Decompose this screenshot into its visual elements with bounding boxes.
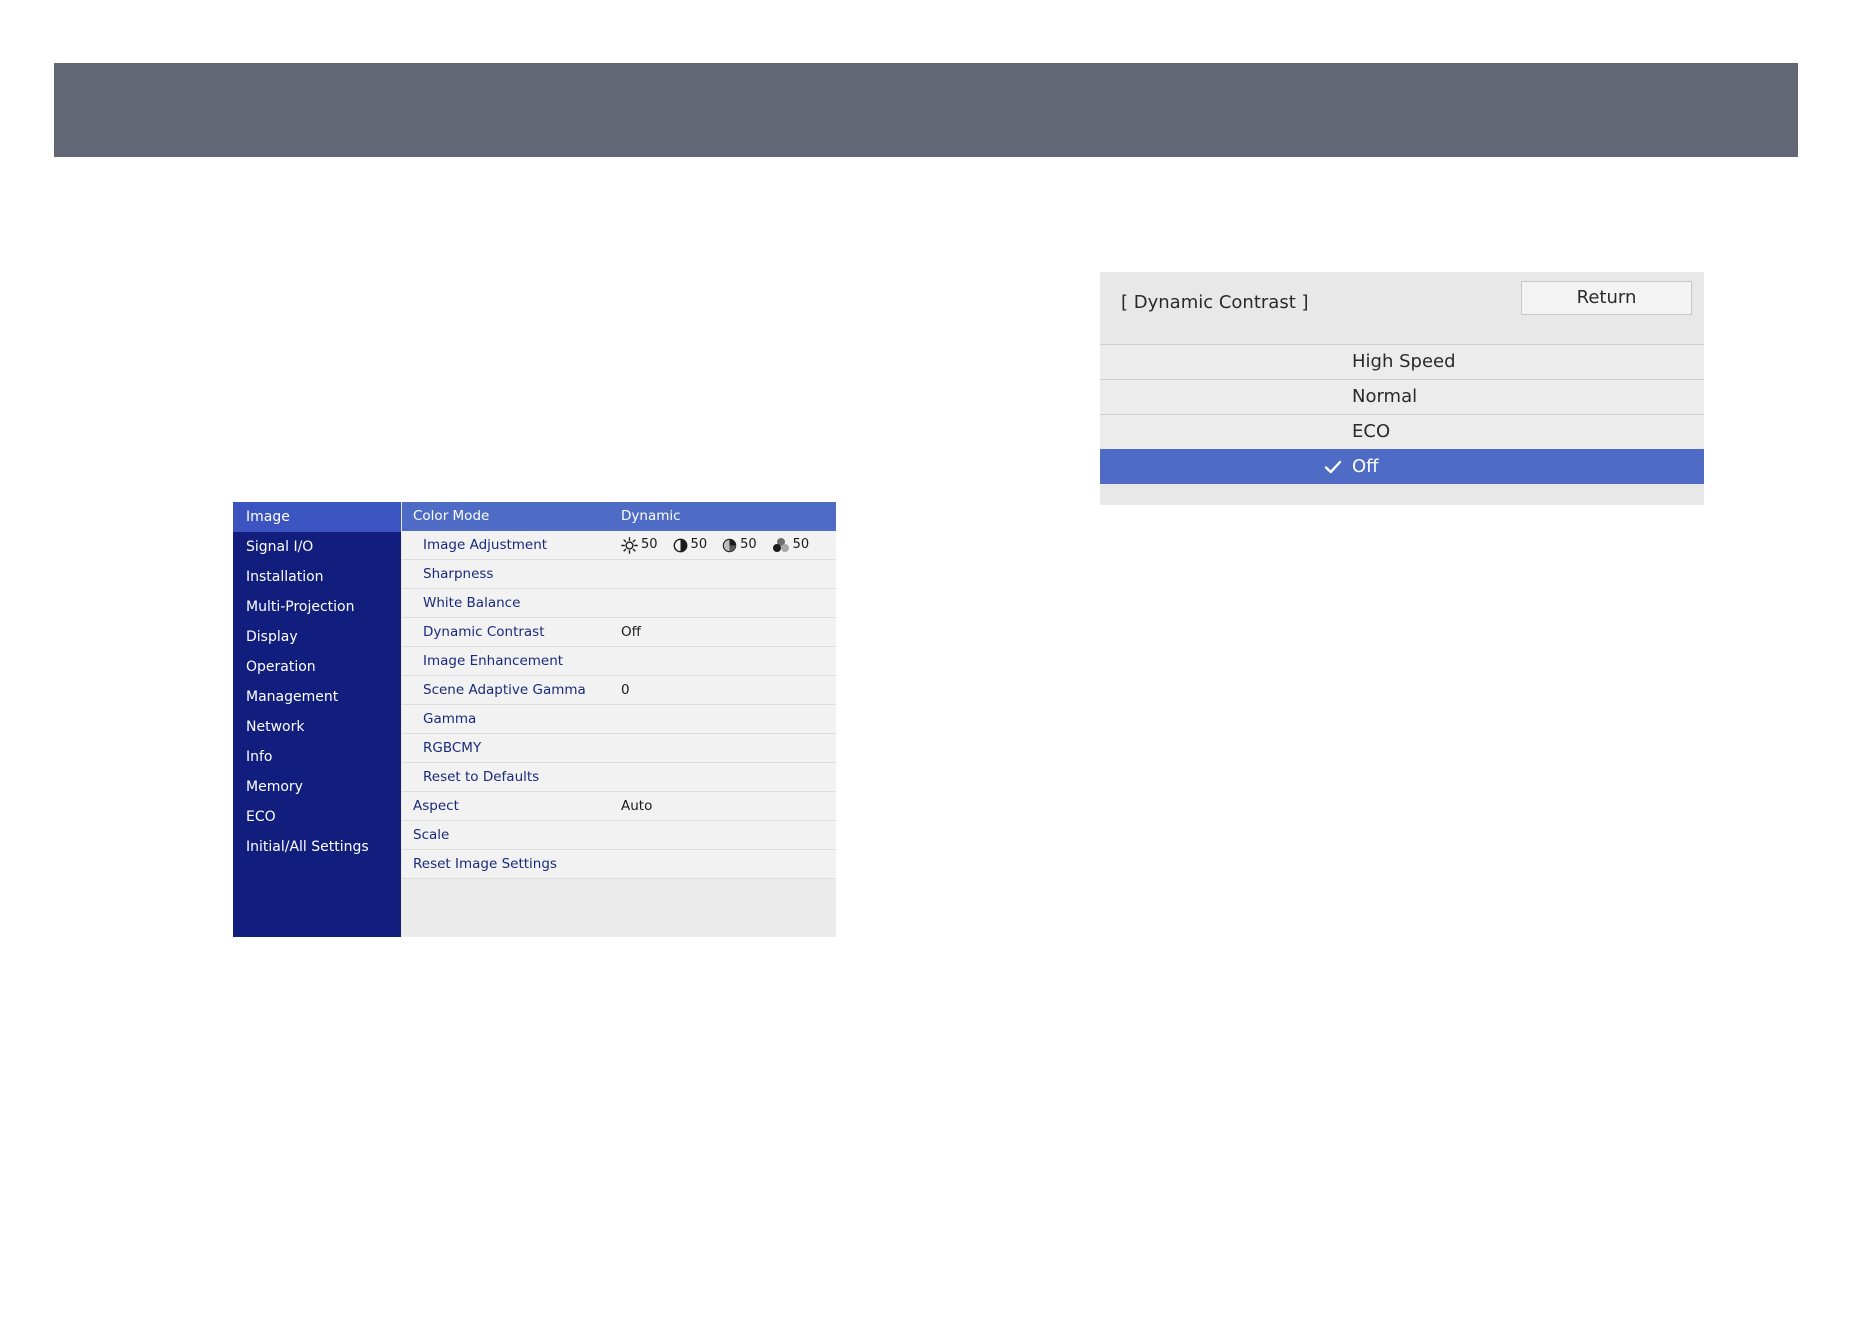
dynamic-contrast-dialog: [ Dynamic Contrast ] Return High Speed N… (1100, 272, 1704, 505)
color-saturation-number: 50 (740, 537, 757, 552)
dialog-header: [ Dynamic Contrast ] Return (1100, 272, 1704, 344)
sidebar-item-signal-io[interactable]: Signal I/O (233, 532, 401, 562)
sidebar-item-installation[interactable]: Installation (233, 562, 401, 592)
menu-row-dynamic-contrast[interactable]: Dynamic Contrast Off (402, 618, 836, 647)
color-saturation-value: 50 (722, 531, 757, 559)
menu-row-label: Aspect (413, 798, 459, 814)
checkmark-icon (1324, 460, 1342, 474)
menu-row-value: 0 (621, 682, 630, 698)
tint-value: 50 (772, 531, 810, 559)
menu-row-label: White Balance (423, 595, 521, 611)
menu-sidebar: Image Signal I/O Installation Multi-Proj… (233, 502, 401, 937)
return-button[interactable]: Return (1521, 281, 1692, 315)
menu-row-scene-adaptive-gamma[interactable]: Scene Adaptive Gamma 0 (402, 676, 836, 705)
menu-row-color-mode[interactable]: Color Mode Dynamic (402, 502, 836, 531)
dialog-options: High Speed Normal ECO Off (1100, 344, 1704, 484)
menu-content: Color Mode Dynamic Image Adjustment 50 5… (402, 502, 836, 879)
menu-row-label: Gamma (423, 711, 477, 727)
brightness-icon (621, 536, 638, 554)
option-normal[interactable]: Normal (1100, 379, 1704, 414)
contrast-value: 50 (673, 531, 708, 559)
menu-row-label: Dynamic Contrast (423, 624, 545, 640)
option-off[interactable]: Off (1100, 449, 1704, 484)
image-adjustment-values: 50 50 50 50 (621, 531, 824, 559)
menu-row-image-enhancement[interactable]: Image Enhancement (402, 647, 836, 676)
tint-number: 50 (792, 537, 810, 552)
menu-row-aspect[interactable]: Aspect Auto (402, 792, 836, 821)
brightness-value: 50 (621, 531, 658, 559)
menu-row-label: Reset Image Settings (413, 856, 557, 872)
menu-row-label: Image Enhancement (423, 653, 564, 669)
sidebar-item-network[interactable]: Network (233, 712, 401, 742)
brightness-number: 50 (641, 537, 658, 552)
menu-row-rgbcmy[interactable]: RGBCMY (402, 734, 836, 763)
menu-row-gamma[interactable]: Gamma (402, 705, 836, 734)
option-high-speed[interactable]: High Speed (1100, 344, 1704, 379)
header-bar (54, 63, 1798, 157)
sidebar-item-display[interactable]: Display (233, 622, 401, 652)
sidebar-item-memory[interactable]: Memory (233, 772, 401, 802)
option-label: Off (1352, 456, 1379, 477)
sidebar-item-initial-all-settings[interactable]: Initial/All Settings (233, 832, 401, 862)
option-label: High Speed (1352, 351, 1456, 372)
menu-row-label: RGBCMY (423, 740, 482, 756)
color-saturation-icon (722, 538, 737, 552)
menu-row-value: Dynamic (621, 508, 681, 524)
menu-row-value: Auto (621, 798, 653, 814)
sidebar-item-operation[interactable]: Operation (233, 652, 401, 682)
sidebar-item-management[interactable]: Management (233, 682, 401, 712)
menu-row-label: Image Adjustment (423, 537, 548, 553)
contrast-number: 50 (690, 537, 708, 552)
dialog-title: [ Dynamic Contrast ] (1121, 292, 1309, 313)
menu-row-reset-image-settings[interactable]: Reset Image Settings (402, 850, 836, 879)
menu-row-label: Color Mode (413, 508, 490, 524)
menu-row-scale[interactable]: Scale (402, 821, 836, 850)
option-label: Normal (1352, 386, 1418, 407)
sidebar-item-multi-projection[interactable]: Multi-Projection (233, 592, 401, 622)
settings-menu: Image Signal I/O Installation Multi-Proj… (233, 502, 836, 937)
menu-row-label: Scale (413, 827, 450, 843)
menu-row-label: Reset to Defaults (423, 769, 540, 785)
menu-row-value: Off (621, 624, 641, 640)
contrast-icon (673, 538, 687, 552)
option-label: ECO (1352, 421, 1391, 442)
menu-row-label: Sharpness (423, 566, 494, 582)
menu-row-label: Scene Adaptive Gamma (423, 682, 586, 698)
option-eco[interactable]: ECO (1100, 414, 1704, 449)
sidebar-item-info[interactable]: Info (233, 742, 401, 772)
tint-icon (772, 538, 789, 552)
menu-row-sharpness[interactable]: Sharpness (402, 560, 836, 589)
menu-row-reset-to-defaults[interactable]: Reset to Defaults (402, 763, 836, 792)
menu-row-white-balance[interactable]: White Balance (402, 589, 836, 618)
menu-row-image-adjustment[interactable]: Image Adjustment 50 50 50 50 (402, 531, 836, 560)
sidebar-item-image[interactable]: Image (233, 502, 401, 532)
sidebar-item-eco[interactable]: ECO (233, 802, 401, 832)
